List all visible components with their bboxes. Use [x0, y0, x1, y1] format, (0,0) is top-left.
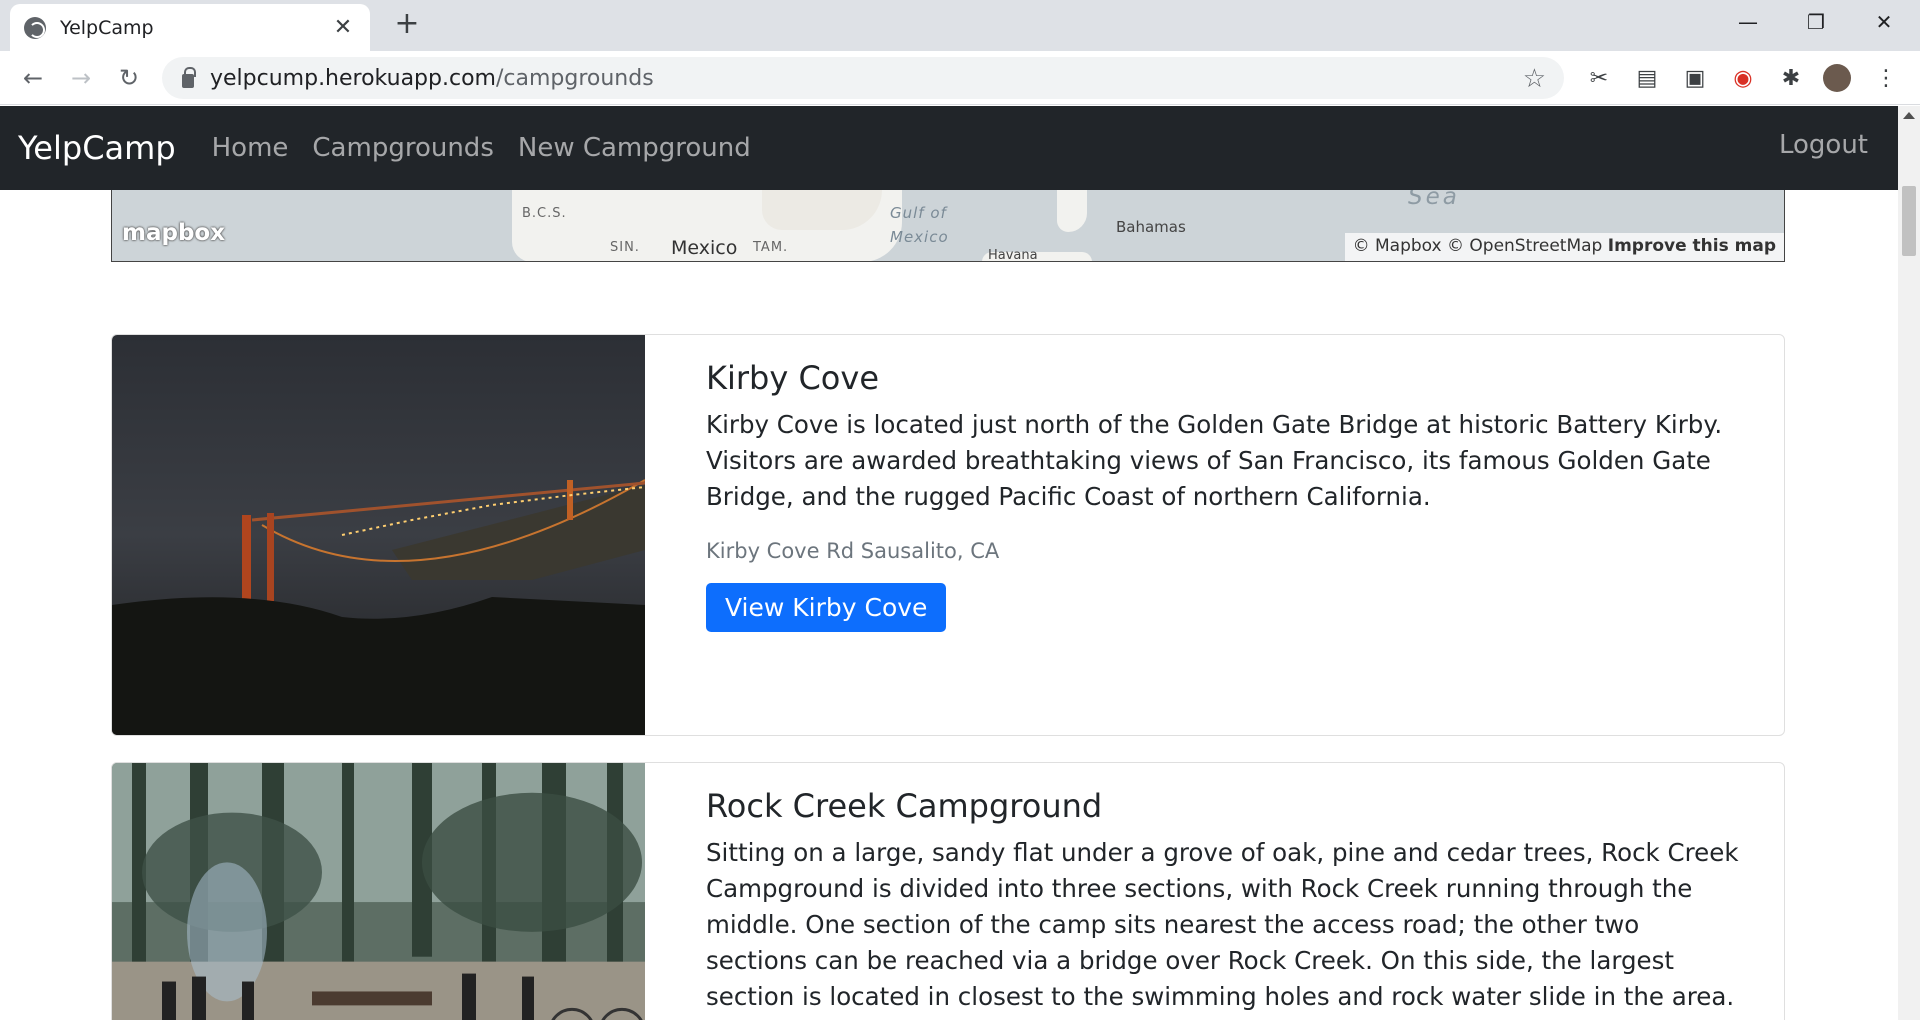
url-host: yelpcump.herokuapp.com — [210, 65, 496, 91]
map-attribution-text[interactable]: © Mapbox © OpenStreetMap — [1353, 236, 1603, 256]
card-body: Rock Creek Campground Sitting on a large… — [706, 787, 1746, 1020]
scrollbar-thumb[interactable] — [1902, 186, 1916, 256]
site-navbar: YelpCamp Home Campgrounds New Campground… — [0, 106, 1898, 190]
map-label: Mexico — [890, 228, 949, 246]
view-campground-button[interactable]: View Kirby Cove — [706, 583, 947, 632]
close-window-button[interactable]: ✕ — [1854, 6, 1914, 38]
profile-avatar[interactable] — [1823, 64, 1851, 92]
map-label: SIN. — [610, 240, 640, 255]
square-extension-icon[interactable]: ▣ — [1681, 64, 1709, 92]
nav-link-campgrounds[interactable]: Campgrounds — [312, 133, 493, 163]
campground-photo — [112, 335, 645, 735]
browser-toolbar: ← → ↻ yelpcump.herokuapp.com/campgrounds… — [0, 51, 1920, 105]
campground-title: Kirby Cove — [706, 359, 879, 397]
browser-tabbar: YelpCamp ✕ + — ❐ ✕ — [0, 0, 1920, 51]
map-label: Sea — [1408, 190, 1460, 210]
globe-icon — [24, 16, 46, 39]
map-label: Gulf of — [890, 204, 947, 222]
campground-location: Kirby Cove Rd Sausalito, CA — [706, 539, 1000, 563]
browser-tab[interactable]: YelpCamp ✕ — [10, 4, 370, 51]
puzzle-extensions-icon[interactable]: ✱ — [1777, 64, 1805, 92]
new-tab-button[interactable]: + — [392, 9, 422, 39]
map-label: B.C.S. — [522, 206, 567, 221]
map-label: Havana — [988, 248, 1038, 262]
campground-description: Kirby Cove is located just north of the … — [706, 410, 1723, 511]
tab-title: YelpCamp — [60, 16, 154, 39]
logout-link[interactable]: Logout — [1779, 130, 1868, 160]
reload-button[interactable]: ↻ — [114, 63, 144, 93]
menu-kebab-icon[interactable]: ⋮ — [1872, 64, 1900, 92]
bookmark-star-icon[interactable]: ☆ — [1523, 64, 1546, 94]
map-land-florida — [1057, 190, 1087, 232]
restore-button[interactable]: ❐ — [1786, 6, 1846, 38]
map-label: Mexico — [671, 237, 738, 259]
page-viewport: YelpCamp Home Campgrounds New Campground… — [0, 106, 1898, 1020]
address-bar[interactable]: yelpcump.herokuapp.com/campgrounds ☆ — [162, 57, 1564, 99]
map-label: TAM. — [753, 240, 789, 255]
map-attribution: © Mapbox © OpenStreetMap Improve this ma… — [1344, 233, 1784, 261]
glasses-extension-icon[interactable]: ◉ — [1729, 64, 1757, 92]
card-body: Kirby Cove Kirby Cove is located just no… — [706, 359, 1746, 632]
scroll-up-arrow-icon[interactable] — [1903, 112, 1915, 119]
minimize-button[interactable]: — — [1718, 6, 1778, 38]
campground-card: Rock Creek Campground Sitting on a large… — [111, 762, 1785, 1020]
brand-link[interactable]: YelpCamp — [18, 129, 176, 167]
campground-description: Sitting on a large, sandy flat under a g… — [706, 838, 1739, 1020]
nav-link-new-campground[interactable]: New Campground — [518, 133, 751, 163]
lock-icon — [182, 67, 196, 88]
close-tab-icon[interactable]: ✕ — [330, 15, 356, 40]
nav-link-home[interactable]: Home — [212, 133, 289, 163]
improve-map-link[interactable]: Improve this map — [1608, 236, 1776, 256]
scissors-extension-icon[interactable]: ✂ — [1585, 64, 1613, 92]
page-scrollbar[interactable] — [1898, 106, 1920, 1020]
campground-card: Kirby Cove Kirby Cove is located just no… — [111, 334, 1785, 736]
url-path: /campgrounds — [495, 65, 654, 91]
forward-button[interactable]: → — [66, 63, 96, 93]
document-extension-icon[interactable]: ▤ — [1633, 64, 1661, 92]
campground-photo — [112, 763, 645, 1020]
campground-title: Rock Creek Campground — [706, 787, 1103, 825]
map-label: Bahamas — [1116, 218, 1186, 236]
cluster-map[interactable]: B.C.S. SIN. Mexico TAM. Gulf of Mexico B… — [111, 190, 1785, 262]
back-button[interactable]: ← — [18, 63, 48, 93]
mapbox-logo[interactable]: mapbox — [122, 220, 225, 246]
